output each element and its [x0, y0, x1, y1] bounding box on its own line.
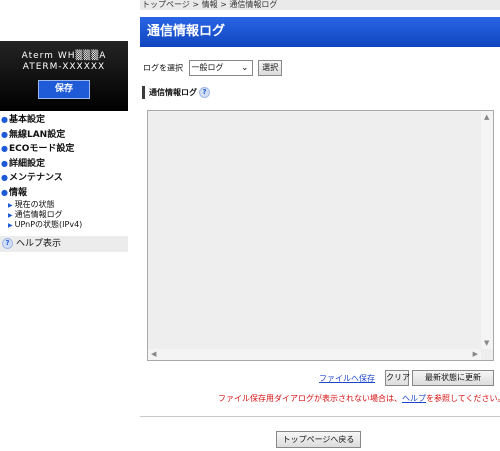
main-content: トップページ > 情報 > 通信情報ログ 通信情報ログ ログを選択 一般ログ ⌄ … — [140, 0, 500, 451]
sidebar-subitem-upnp[interactable]: ▶ UPnPの状態(IPv4) — [0, 220, 128, 230]
log-type-select[interactable]: 一般ログ ⌄ — [188, 60, 253, 76]
sidebar-subitem-label: 通信情報ログ — [14, 210, 63, 219]
sidebar-item-label: メンテナンス — [8, 173, 63, 183]
product-model: Aterm WH▒▒▒A — [21, 51, 107, 61]
breadcrumb: トップページ > 情報 > 通信情報ログ — [140, 0, 500, 10]
sidebar-item-eco[interactable]: ●ECOモード設定 — [0, 142, 128, 157]
circle-arrow-icon: ● — [1, 115, 8, 124]
sidebar-item-advanced[interactable]: ●詳細設定 — [0, 157, 128, 172]
circle-arrow-icon: ● — [1, 129, 8, 139]
chevron-down-icon: ⌄ — [241, 63, 249, 73]
sidebar-subitem-label: 現在の状態 — [14, 200, 55, 209]
vertical-scrollbar[interactable]: ▲ ▼ — [481, 111, 493, 349]
triangle-right-icon: ▶ — [8, 202, 13, 209]
save-dialog-note: ファイル保存用ダイアログが表示されない場合は、ヘルプを参照してください。 — [218, 393, 500, 404]
sidebar-subitem-status[interactable]: ▶ 現在の状態 — [0, 200, 128, 210]
select-button[interactable]: 選択 — [258, 60, 283, 76]
help-display-link[interactable]: ? ヘルプ表示 — [0, 236, 128, 252]
triangle-right-icon: ▶ — [8, 212, 13, 219]
help-display-label: ヘルプ表示 — [16, 239, 62, 249]
section-title-label: 通信情報ログ — [149, 88, 197, 97]
log-select-row: ログを選択 一般ログ ⌄ 選択 — [143, 60, 283, 76]
sidebar-subitem-comm-log[interactable]: ▶ 通信情報ログ — [0, 210, 128, 220]
product-id: ATERM-XXXXXX — [22, 62, 106, 72]
horizontal-scrollbar[interactable]: ◀ ▶ — [148, 349, 481, 360]
sidebar-nav: ●基本設定 ●無線LAN設定 ●ECOモード設定 ●詳細設定 ●メンテナンス ●… — [0, 113, 128, 230]
note-text-before: ファイル保存用ダイアログが表示されない場合は、 — [218, 394, 402, 403]
save-to-file-link[interactable]: ファイルへ保存 — [319, 373, 375, 384]
note-text-after: を参照してください。 — [426, 394, 500, 403]
scroll-right-icon[interactable]: ▶ — [473, 350, 478, 358]
question-icon[interactable]: ? — [199, 87, 210, 98]
scroll-down-icon[interactable]: ▼ — [484, 339, 489, 347]
sidebar-item-label: 無線LAN設定 — [8, 129, 66, 140]
question-icon: ? — [2, 238, 13, 249]
page-title: 通信情報ログ — [140, 17, 500, 47]
circle-arrow-icon: ● — [1, 187, 8, 197]
sidebar-item-label: 基本設定 — [8, 115, 45, 125]
circle-arrow-icon: ● — [1, 144, 8, 153]
circle-arrow-icon: ● — [1, 158, 8, 168]
section-title: 通信情報ログ? — [142, 86, 213, 99]
sidebar: Aterm WH▒▒▒A ATERM-XXXXXX 保存 ●基本設定 ●無線LA… — [0, 0, 128, 451]
sidebar-item-label: 情報 — [8, 187, 27, 198]
divider — [140, 416, 500, 417]
sidebar-subitem-label: UPnPの状態(IPv4) — [14, 220, 83, 229]
triangle-right-icon: ▶ — [8, 222, 13, 229]
refresh-button[interactable]: 最新状態に更新 — [412, 370, 494, 386]
save-button[interactable]: 保存 — [38, 80, 90, 99]
log-actions: ファイルへ保存 クリア 最新状態に更新 — [140, 370, 500, 386]
sidebar-item-label: ECOモード設定 — [8, 144, 75, 154]
sidebar-item-info[interactable]: ●情報 — [0, 186, 128, 201]
product-banner: Aterm WH▒▒▒A ATERM-XXXXXX 保存 — [0, 41, 128, 111]
sidebar-item-basic[interactable]: ●基本設定 — [0, 113, 128, 128]
scroll-left-icon[interactable]: ◀ — [151, 350, 156, 358]
log-select-label: ログを選択 — [143, 63, 183, 73]
sidebar-item-maintenance[interactable]: ●メンテナンス — [0, 171, 128, 186]
sidebar-item-label: 詳細設定 — [8, 158, 45, 169]
sidebar-item-wlan[interactable]: ●無線LAN設定 — [0, 128, 128, 143]
log-textarea[interactable]: ▲ ▼ ◀ ▶ — [147, 110, 494, 361]
back-to-top-button[interactable]: トップページへ戻る — [276, 431, 361, 448]
log-type-value: 一般ログ — [191, 63, 224, 72]
scroll-up-icon[interactable]: ▲ — [484, 113, 489, 121]
clear-button[interactable]: クリア — [385, 370, 410, 386]
help-link[interactable]: ヘルプ — [402, 394, 426, 403]
circle-arrow-icon: ● — [1, 173, 8, 182]
